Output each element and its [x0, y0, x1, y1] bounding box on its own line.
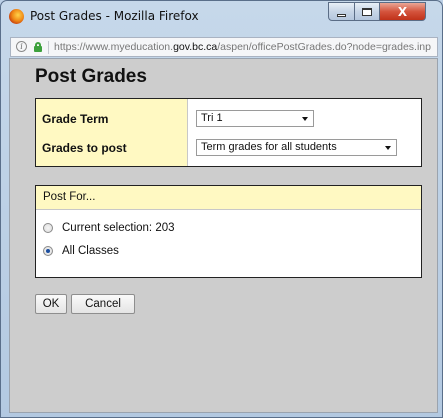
dropdown-arrow-icon	[302, 117, 308, 121]
option-label: Current selection: 203	[62, 222, 175, 234]
lock-icon[interactable]	[33, 42, 43, 53]
grade-settings-panel: Grade Term Grades to post Tri 1 Term gra…	[35, 98, 422, 167]
firefox-icon	[9, 9, 24, 24]
option-current-selection[interactable]: Current selection: 203	[43, 222, 175, 234]
page-content: Post Grades Grade Term Grades to post Tr…	[9, 58, 438, 413]
page-title: Post Grades	[35, 66, 147, 87]
grade-term-value: Tri 1	[201, 112, 223, 124]
url-prefix: https://www.myeducation.	[54, 41, 174, 53]
grades-to-post-select[interactable]: Term grades for all students	[196, 139, 397, 156]
browser-window: Post Grades - Mozilla Firefox X i https:…	[0, 0, 443, 418]
grade-term-select[interactable]: Tri 1	[196, 110, 314, 127]
grades-to-post-label: Grades to post	[42, 141, 127, 155]
minimize-icon	[337, 13, 346, 17]
url-divider	[48, 41, 49, 54]
maximize-icon	[362, 7, 372, 16]
window-title: Post Grades - Mozilla Firefox	[30, 9, 199, 23]
radio-icon[interactable]	[43, 223, 53, 233]
url-text[interactable]: https://www.myeducation.gov.bc.ca/aspen/…	[54, 41, 431, 53]
close-icon: X	[397, 4, 408, 19]
url-path: /aspen/officePostGrades.do?node=grades.i…	[217, 41, 431, 53]
url-bar[interactable]: i https://www.myeducation.gov.bc.ca/aspe…	[10, 37, 438, 57]
info-icon[interactable]: i	[16, 41, 27, 52]
maximize-button[interactable]	[354, 2, 380, 21]
cancel-button[interactable]: Cancel	[71, 294, 135, 314]
url-domain: gov.bc.ca	[173, 41, 218, 53]
post-for-header: Post For...	[36, 186, 421, 210]
minimize-button[interactable]	[328, 2, 355, 21]
grade-labels-column: Grade Term Grades to post	[36, 99, 188, 166]
option-all-classes[interactable]: All Classes	[43, 245, 119, 257]
radio-icon[interactable]	[43, 246, 53, 256]
dropdown-arrow-icon	[385, 146, 391, 150]
grades-to-post-value: Term grades for all students	[201, 141, 337, 153]
ok-button[interactable]: OK	[35, 294, 67, 314]
post-for-panel: Post For... Current selection: 203 All C…	[35, 185, 422, 278]
option-label: All Classes	[62, 245, 119, 257]
title-bar[interactable]: Post Grades - Mozilla Firefox X	[1, 1, 442, 31]
close-button[interactable]: X	[379, 2, 426, 21]
grade-term-label: Grade Term	[42, 112, 109, 126]
